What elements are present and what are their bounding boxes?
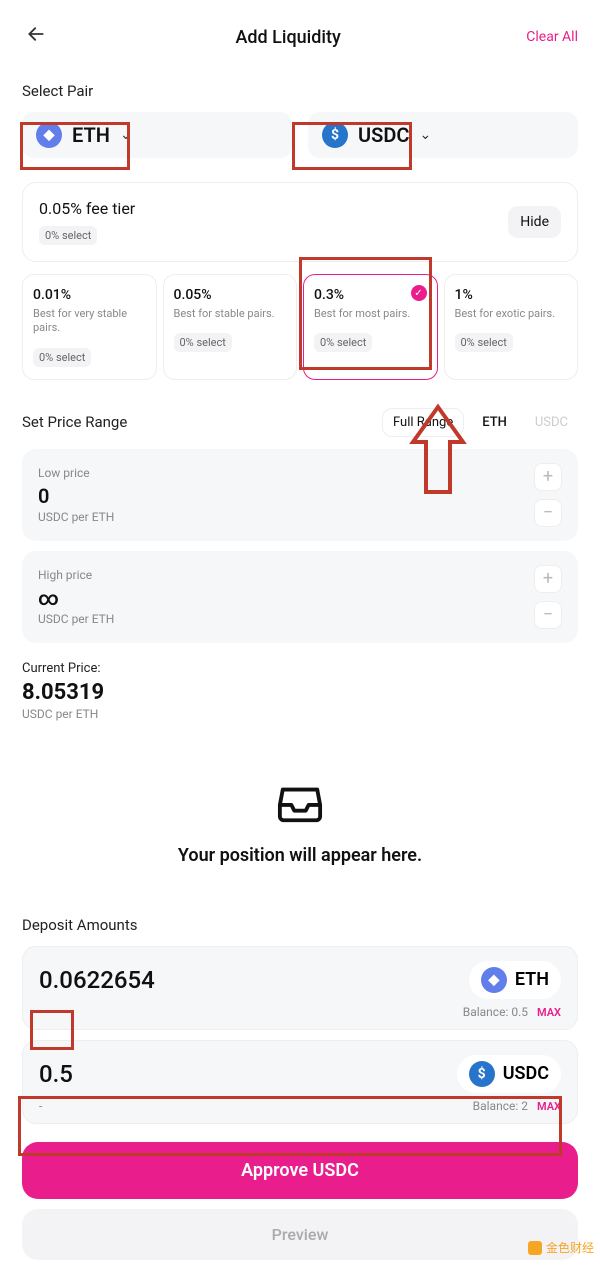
token-b-selector[interactable]: $ USDC ⌄ [308,112,578,158]
low-price-plus[interactable]: + [534,463,562,491]
back-icon[interactable] [22,20,50,54]
fee-tier-option-1[interactable]: 1% Best for exotic pairs. 0% select [444,274,579,380]
token-b-symbol: USDC [358,123,409,147]
deposit-b-balance: Balance: 2 [473,1099,528,1113]
tier-pct: 0.3% [314,287,427,303]
tier-pct: 0.05% [174,287,287,303]
tier-select-badge: 0% select [174,333,232,352]
current-price-label: Current Price: [22,661,578,676]
tier-select-badge: 0% select [455,333,513,352]
full-range-button[interactable]: Full Range [382,408,464,437]
tier-select-badge: 0% select [314,333,372,352]
select-pair-label: Select Pair [22,82,578,100]
fee-tier-option-03[interactable]: ✓ 0.3% Best for most pairs. 0% select [303,274,438,380]
high-price-unit: USDC per ETH [38,612,114,626]
fee-select-badge: 0% select [39,226,97,245]
clear-all-link[interactable]: Clear All [526,29,578,45]
current-price-block: Current Price: 8.05319 USDC per ETH [22,661,578,721]
usdc-icon: $ [469,1061,495,1087]
deposit-a-symbol: ETH [515,969,549,990]
chevron-down-icon: ⌄ [419,127,431,143]
deposit-a-sub: - [39,1005,42,1019]
position-empty-message: Your position will appear here. [22,845,578,866]
current-price-value: 8.05319 [22,680,578,705]
price-range-label: Set Price Range [22,413,127,431]
tier-pct: 0.01% [33,287,146,303]
deposit-b-token[interactable]: $ USDC [457,1055,561,1093]
token-a-selector[interactable]: ◆ ETH ⌄ [22,112,292,158]
high-price-label: High price [38,568,114,582]
base-token-b-toggle[interactable]: USDC [525,409,578,436]
tier-pct: 1% [455,287,568,303]
preview-button[interactable]: Preview [22,1209,578,1260]
token-a-symbol: ETH [72,123,110,147]
hide-button[interactable]: Hide [508,206,561,238]
high-price-value[interactable]: ∞ [38,586,114,610]
deposit-a-max[interactable]: MAX [537,1006,561,1019]
tier-desc: Best for most pairs. [314,307,427,321]
low-price-unit: USDC per ETH [38,510,114,524]
deposit-b-input[interactable]: 0.5 [39,1060,73,1088]
usdc-icon: $ [322,122,348,148]
fee-tier-summary: 0.05% fee tier 0% select Hide [22,182,578,262]
high-price-minus[interactable]: − [534,601,562,629]
deposit-a-balance: Balance: 0.5 [463,1005,528,1019]
low-price-value[interactable]: 0 [38,484,114,508]
tier-desc: Best for stable pairs. [174,307,287,321]
check-icon: ✓ [411,285,427,301]
deposit-b-sub: - [39,1099,42,1113]
eth-icon: ◆ [36,122,62,148]
tier-select-badge: 0% select [33,348,91,367]
deposit-a-input[interactable]: 0.0622654 [39,966,155,994]
eth-icon: ◆ [481,967,507,993]
page-title: Add Liquidity [235,27,340,48]
tier-desc: Best for exotic pairs. [455,307,568,321]
inbox-icon [277,783,323,823]
tier-desc: Best for very stable pairs. [33,307,146,336]
current-price-unit: USDC per ETH [22,707,578,721]
watermark: 金色财经 [528,1239,594,1256]
base-token-a-toggle[interactable]: ETH [472,409,517,436]
fee-tier-option-005[interactable]: 0.05% Best for stable pairs. 0% select [163,274,298,380]
low-price-minus[interactable]: − [534,499,562,527]
low-price-label: Low price [38,466,114,480]
chevron-down-icon: ⌄ [120,127,132,143]
deposit-amounts-label: Deposit Amounts [22,916,578,934]
approve-button[interactable]: Approve USDC [22,1142,578,1199]
deposit-b-symbol: USDC [503,1063,549,1084]
deposit-a-token[interactable]: ◆ ETH [469,961,561,999]
deposit-a-card: 0.0622654 ◆ ETH - Balance: 0.5 MAX [22,946,578,1030]
position-empty-state: Your position will appear here. [22,749,578,916]
header: Add Liquidity Clear All [22,20,578,54]
high-price-plus[interactable]: + [534,565,562,593]
deposit-b-card: 0.5 $ USDC - Balance: 2 MAX [22,1040,578,1124]
fee-tier-option-001[interactable]: 0.01% Best for very stable pairs. 0% sel… [22,274,157,380]
high-price-card: High price ∞ USDC per ETH + − [22,551,578,643]
low-price-card: Low price 0 USDC per ETH + − [22,449,578,541]
deposit-b-max[interactable]: MAX [537,1100,561,1113]
fee-tier-text: 0.05% fee tier [39,199,135,218]
